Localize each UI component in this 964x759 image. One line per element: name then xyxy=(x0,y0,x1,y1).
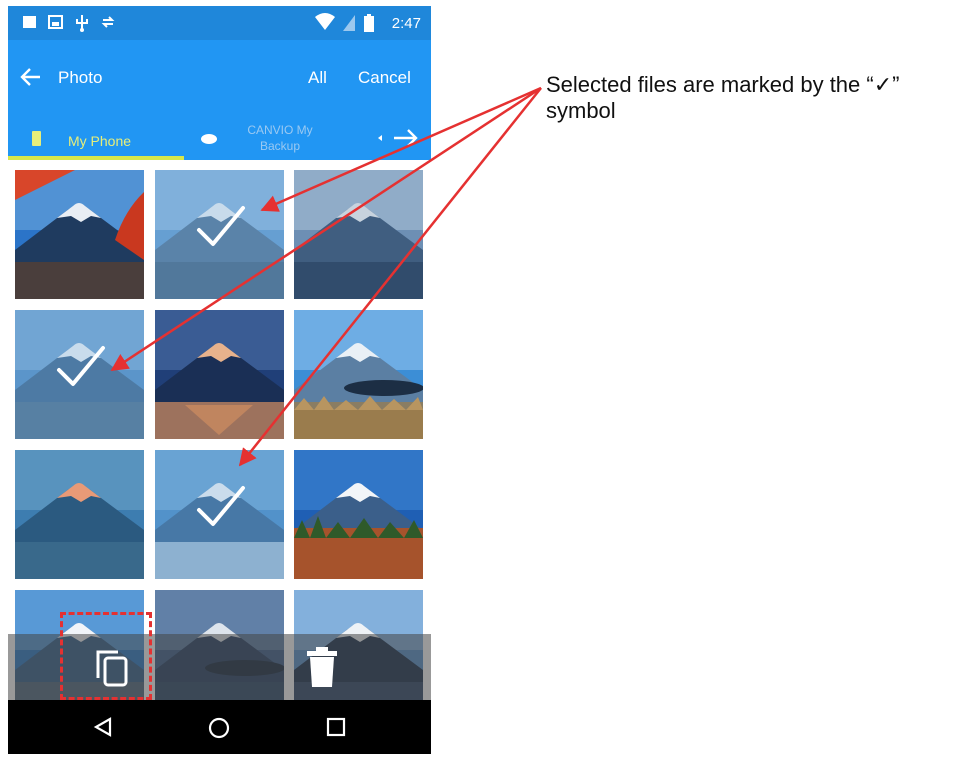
usb-icon xyxy=(76,15,88,32)
photo-thumbnail-pink-peak[interactable] xyxy=(15,450,144,579)
status-time: 2:47 xyxy=(391,15,421,32)
sync-icon xyxy=(101,16,115,28)
photo-thumbnail-winter-lake[interactable] xyxy=(155,450,284,579)
photo-thumbnail-reflection-sunset[interactable] xyxy=(155,310,284,439)
app-bar: Photo All Cancel My Phone CANVIO My Back… xyxy=(8,40,431,160)
status-bar: 2:47 xyxy=(8,6,431,40)
battery-icon xyxy=(364,14,374,32)
cloud-icon xyxy=(201,134,217,144)
page-title: Photo xyxy=(58,68,103,87)
photo-thumbnail-misty-lake[interactable] xyxy=(294,170,423,299)
wifi-icon xyxy=(315,13,335,30)
annotation-text: Selected files are marked by the “✓” sym… xyxy=(546,72,900,123)
checkmark-icon xyxy=(197,206,245,246)
cancel-button[interactable]: Cancel xyxy=(358,68,411,88)
tab-my-phone[interactable]: My Phone xyxy=(8,116,184,160)
photo-thumbnail-red-leaves-mountain[interactable] xyxy=(15,170,144,299)
select-all-button[interactable]: All xyxy=(308,68,327,88)
checkmark-icon xyxy=(57,346,105,386)
photo-thumbnail-autumn-forest[interactable] xyxy=(294,450,423,579)
notification-icon xyxy=(23,16,36,28)
signal-icon xyxy=(343,15,355,31)
photo-thumbnail-snow-peak-close[interactable] xyxy=(15,310,144,439)
tab-my-phone-label: My Phone xyxy=(68,133,132,149)
trash-icon[interactable] xyxy=(306,646,338,688)
copy-button-highlight xyxy=(60,612,152,700)
tab-canvio-backup-label: CANVIO My Backup xyxy=(247,123,313,153)
photo-thumbnail-snow-peak[interactable] xyxy=(155,170,284,299)
image-icon xyxy=(48,15,63,29)
photo-thumbnail-lake-reeds[interactable] xyxy=(294,310,423,439)
phone-icon xyxy=(32,131,41,146)
checkmark-icon xyxy=(197,486,245,526)
navigation-bar xyxy=(8,700,431,754)
back-triangle-icon[interactable] xyxy=(92,716,114,738)
back-arrow-icon[interactable] xyxy=(20,66,42,88)
tab-canvio-backup[interactable]: CANVIO My Backup xyxy=(184,116,364,160)
arrow-right-icon[interactable] xyxy=(370,126,424,150)
home-circle-icon[interactable] xyxy=(207,716,231,740)
recents-square-icon[interactable] xyxy=(326,717,346,737)
